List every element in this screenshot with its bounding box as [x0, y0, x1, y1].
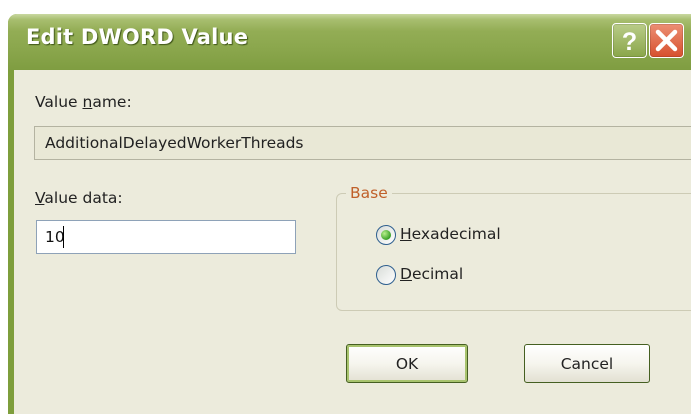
close-icon — [655, 29, 678, 52]
value-name-label: Value name: — [35, 93, 132, 111]
help-icon: ? — [622, 28, 637, 56]
dialog-body: Value name: AdditionalDelayedWorkerThrea… — [14, 70, 691, 414]
hexadecimal-radio[interactable] — [376, 225, 396, 245]
hexadecimal-label[interactable]: Hexadecimal — [400, 225, 501, 243]
dialog-title: Edit DWORD Value — [26, 25, 249, 49]
cancel-button[interactable]: Cancel — [524, 344, 650, 383]
decimal-label[interactable]: Decimal — [400, 265, 463, 283]
value-data-label: Value data: — [35, 189, 123, 207]
radio-selected-dot — [381, 230, 391, 240]
value-name-field[interactable]: AdditionalDelayedWorkerThreads — [34, 126, 691, 160]
base-groupbox — [336, 193, 691, 311]
ok-button[interactable]: OK — [346, 344, 468, 383]
value-name-text: AdditionalDelayedWorkerThreads — [45, 134, 304, 152]
decimal-radio[interactable] — [376, 265, 396, 285]
base-group-title: Base — [346, 184, 392, 202]
edit-dword-dialog: Edit DWORD Value ? Value name: Additiona… — [8, 14, 691, 414]
text-caret — [63, 226, 64, 248]
close-button[interactable] — [649, 23, 684, 58]
value-data-input[interactable] — [36, 220, 296, 254]
svg-text:?: ? — [622, 28, 637, 56]
help-button[interactable]: ? — [612, 23, 647, 58]
title-bar[interactable]: Edit DWORD Value ? — [8, 14, 691, 70]
